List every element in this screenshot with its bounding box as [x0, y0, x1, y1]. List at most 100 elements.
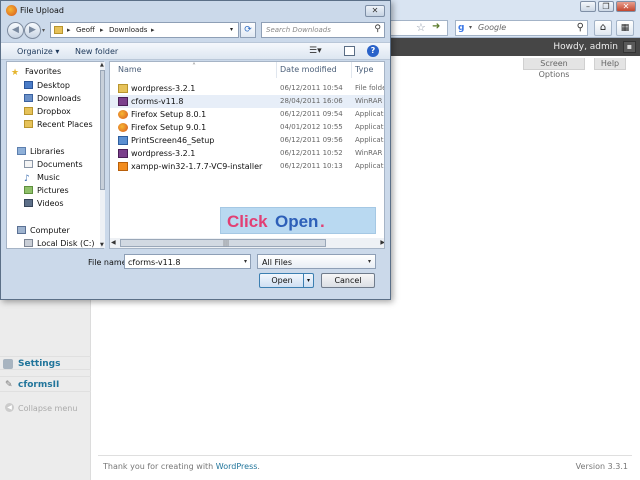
logout-icon[interactable]: ▪: [623, 41, 636, 53]
nav-item-pictures[interactable]: Pictures: [24, 186, 69, 198]
column-header-type[interactable]: Type: [355, 65, 373, 74]
chevron-down-icon[interactable]: ▾: [469, 24, 472, 31]
breadcrumb-downloads[interactable]: Downloads: [109, 26, 147, 34]
file-row[interactable]: PrintScreen46_Setup 06/12/2011 09:56 App…: [110, 134, 384, 147]
help-tab[interactable]: Help: [594, 58, 626, 70]
nav-item-downloads[interactable]: Downloads: [24, 94, 81, 106]
file-row[interactable]: xampp-win32-1.7.7-VC9-installer 06/12/20…: [110, 160, 384, 173]
organize-menu[interactable]: Organize ▾: [17, 47, 59, 56]
click-open-annotation: Click Open .: [220, 207, 376, 234]
nav-item-label: Dropbox: [37, 107, 71, 116]
help-icon[interactable]: ?: [367, 45, 379, 57]
collapse-menu-button[interactable]: ◀ Collapse menu: [0, 401, 91, 415]
forward-icon[interactable]: ▶: [24, 22, 41, 39]
nav-item-recent-places[interactable]: Recent Places: [24, 120, 93, 132]
videos-icon: [24, 199, 33, 207]
nav-item-documents[interactable]: Documents: [24, 160, 83, 172]
menu-item-settings[interactable]: Settings: [0, 356, 91, 370]
home-icon[interactable]: ⌂: [594, 20, 612, 36]
nav-item-music[interactable]: ♪ Music: [24, 173, 60, 185]
minimize-icon[interactable]: –: [580, 1, 596, 12]
file-type-select[interactable]: All Files ▾: [257, 254, 376, 269]
footer-divider: [98, 455, 632, 456]
horizontal-scrollbar[interactable]: ◀ ||| ▶: [110, 238, 384, 248]
new-folder-button[interactable]: New folder: [75, 47, 118, 56]
google-icon[interactable]: g: [458, 23, 468, 33]
close-icon[interactable]: ✕: [365, 5, 385, 17]
search-icon[interactable]: ⚲: [577, 22, 584, 33]
menu-item-cforms[interactable]: ✎ cformsII: [0, 376, 91, 392]
file-row[interactable]: Firefox Setup 9.0.1 04/01/2012 10:55 App…: [110, 121, 384, 134]
chevron-down-icon[interactable]: ▾: [42, 27, 45, 34]
howdy-user[interactable]: Howdy, admin: [553, 42, 618, 52]
file-type: Applicatio: [355, 162, 384, 170]
address-dropdown-icon[interactable]: ▾: [225, 22, 239, 38]
back-icon[interactable]: ◀: [7, 22, 24, 39]
file-row[interactable]: wordpress-3.2.1 06/12/2011 10:54 File fo…: [110, 82, 384, 95]
nav-item-computer[interactable]: Computer: [17, 226, 70, 238]
open-dropdown-icon[interactable]: ▾: [303, 273, 314, 288]
preview-pane-icon[interactable]: [344, 46, 355, 56]
nav-item-label: Documents: [37, 160, 83, 169]
nav-item-videos[interactable]: Videos: [24, 199, 64, 211]
annotation-click: Click: [227, 212, 268, 231]
desktop-icon: [24, 81, 33, 89]
nav-scrollbar[interactable]: ▲ ▼: [100, 62, 105, 248]
file-date: 04/01/2012 10:55: [280, 123, 343, 131]
file-type: File folder: [355, 84, 384, 92]
file-type: Applicatio: [355, 136, 384, 144]
column-separator[interactable]: [351, 62, 352, 78]
nav-item-favorites[interactable]: ★ Favorites: [11, 67, 61, 79]
dialog-search-input[interactable]: Search Downloads ⚲: [261, 22, 385, 38]
nav-item-label: Videos: [37, 199, 64, 208]
nav-item-local-disk[interactable]: Local Disk (C:): [24, 239, 95, 251]
bookmarks-icon[interactable]: ▦: [616, 20, 634, 36]
scroll-thumb[interactable]: [100, 70, 105, 190]
file-row[interactable]: wordpress-3.2.1 06/12/2011 10:52 WinRAR …: [110, 147, 384, 160]
firefox-icon: [6, 5, 17, 16]
organize-label: Organize: [17, 47, 53, 56]
views-icon[interactable]: ☰▾: [309, 46, 322, 56]
scroll-right-icon[interactable]: ▶: [380, 239, 384, 246]
breadcrumb-separator: ▸: [151, 26, 155, 34]
nav-item-libraries[interactable]: Libraries: [17, 147, 65, 159]
firefox-icon: [118, 110, 128, 119]
file-row[interactable]: Firefox Setup 8.0.1 06/12/2011 09:54 App…: [110, 108, 384, 121]
dialog-titlebar[interactable]: File Upload ✕: [1, 1, 390, 21]
file-name-value: cforms-v11.8: [128, 258, 181, 267]
file-row-selected[interactable]: cforms-v11.8 28/04/2011 16:06 WinRAR Z: [110, 95, 384, 108]
screen-options-tab[interactable]: Screen Options: [523, 58, 585, 79]
file-name-input[interactable]: cforms-v11.8 ▾: [124, 254, 251, 269]
bookmark-star-icon[interactable]: ☆: [416, 21, 426, 34]
documents-icon: [24, 160, 33, 168]
scroll-thumb[interactable]: |||: [120, 239, 326, 247]
column-header-date[interactable]: Date modified: [280, 65, 337, 74]
address-bar[interactable]: ▸ Geoff ▸ Downloads ▸: [50, 22, 238, 38]
nav-item-desktop[interactable]: Desktop: [24, 81, 70, 93]
wordpress-link[interactable]: WordPress: [216, 462, 258, 471]
file-date: 06/12/2011 09:54: [280, 110, 343, 118]
folder-icon: [54, 26, 63, 34]
scroll-up-icon[interactable]: ▲: [100, 62, 104, 68]
chevron-down-icon[interactable]: ▾: [244, 258, 247, 265]
go-arrow-icon[interactable]: ➜: [432, 21, 440, 32]
file-date: 06/12/2011 09:56: [280, 136, 343, 144]
breadcrumb-geoff[interactable]: Geoff: [76, 26, 95, 34]
browser-search-box[interactable]: g ▾ Google ⚲: [455, 20, 588, 36]
close-icon[interactable]: ✕: [616, 1, 636, 12]
file-type-value: All Files: [262, 258, 293, 267]
column-header-name[interactable]: Name: [118, 65, 142, 74]
grip-icon: |||: [223, 240, 230, 247]
open-button[interactable]: Open: [259, 273, 305, 288]
nav-item-dropbox[interactable]: Dropbox: [24, 107, 71, 119]
file-name: wordpress-3.2.1: [131, 149, 196, 158]
scroll-left-icon[interactable]: ◀: [111, 239, 116, 246]
xampp-icon: [118, 162, 128, 171]
column-separator[interactable]: [276, 62, 277, 78]
refresh-icon[interactable]: ⟳: [240, 22, 256, 38]
scroll-down-icon[interactable]: ▼: [100, 242, 104, 248]
cancel-button[interactable]: Cancel: [321, 273, 375, 288]
collapse-icon: ◀: [5, 403, 14, 412]
restore-icon[interactable]: ❐: [598, 1, 614, 12]
search-icon[interactable]: ⚲: [374, 24, 381, 34]
